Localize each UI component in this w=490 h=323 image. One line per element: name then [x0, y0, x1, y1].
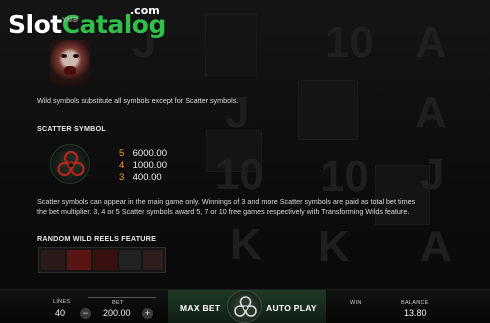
bet-value: 200.00 — [103, 308, 131, 318]
wild-eye — [61, 54, 67, 58]
reel-glyph: K — [318, 222, 350, 271]
reel-glyph: 10 — [325, 18, 374, 67]
auto-play-button[interactable]: AUTO PLAY — [266, 303, 317, 313]
reel-glyph: 10 — [215, 150, 264, 199]
scatter-count: 4 — [119, 160, 125, 171]
balance-label: BALANCE — [401, 300, 429, 306]
section-header-fragment: YMB — [62, 17, 79, 24]
scatter-payout-row: 5 6000.00 — [119, 148, 167, 159]
lines-label: LINES — [53, 299, 71, 305]
wild-eye — [73, 54, 79, 58]
reel-glyph: J — [420, 150, 445, 199]
reel-glyph: A — [415, 88, 447, 137]
preview-reel — [143, 250, 163, 270]
scatter-count: 3 — [119, 172, 125, 183]
scatter-count: 5 — [119, 148, 125, 159]
win-label: WIN — [350, 300, 362, 306]
bet-label: BET — [112, 300, 124, 306]
reel-glyph: A — [415, 18, 447, 67]
random-wild-preview — [38, 247, 166, 273]
bet-decrease-button[interactable]: − — [80, 308, 91, 319]
random-wild-title: RANDOM WILD REELS FEATURE — [37, 234, 157, 243]
zombie-wild-icon — [50, 40, 90, 86]
biohazard-scatter-icon — [50, 144, 90, 184]
scatter-description-line1: Scatter symbols can appear in the main g… — [37, 197, 416, 206]
scatter-payout-row: 3 400.00 — [119, 172, 162, 183]
scatter-title: SCATTER SYMBOL — [37, 124, 106, 133]
scatter-value: 1000.00 — [132, 160, 167, 171]
preview-reel — [93, 250, 117, 270]
bet-divider — [88, 297, 156, 298]
scatter-description-line2: the bet multiplier. 3, 4 or 5 Scatter sy… — [37, 207, 410, 216]
preview-reel — [67, 250, 91, 270]
preview-reel — [41, 250, 65, 270]
preview-reel — [119, 250, 141, 270]
wild-mouth — [64, 66, 76, 75]
wild-description: Wild symbols substitute all symbols exce… — [37, 96, 239, 105]
bet-increase-button[interactable]: + — [142, 308, 153, 319]
scatter-value: 400.00 — [132, 172, 162, 183]
spin-button[interactable] — [227, 290, 262, 323]
reel-glyph: 10 — [320, 152, 369, 201]
balance-value: 13.80 — [404, 308, 427, 318]
reel-glyph: K — [230, 220, 262, 269]
reel-symbol-tile — [298, 80, 358, 140]
reel-symbol-tile — [205, 14, 257, 76]
scatter-payout-row: 4 1000.00 — [119, 160, 167, 171]
scatter-value: 6000.00 — [132, 148, 167, 159]
logo-slot: Slot — [8, 10, 62, 39]
logo-com: .com — [130, 4, 160, 17]
max-bet-button[interactable]: MAX BET — [180, 303, 220, 313]
reel-glyph: A — [420, 222, 452, 271]
biohazard-icon — [234, 296, 257, 317]
lines-value: 40 — [55, 308, 66, 318]
